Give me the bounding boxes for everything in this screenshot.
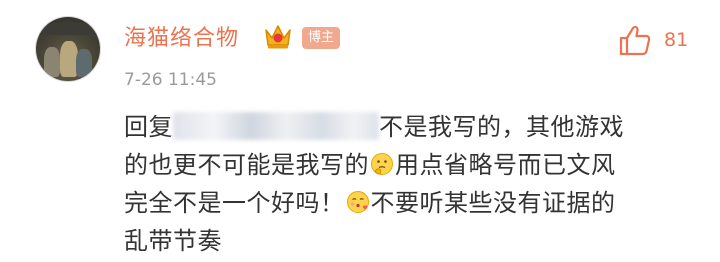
- author-name[interactable]: 海猫络合物: [124, 24, 239, 54]
- like-button[interactable]: 81: [614, 22, 694, 58]
- like-count: 81: [664, 29, 689, 51]
- comment-text: 回复 不是我写的，其他游戏 的也更不可能是我写的 用点省略号而已文风 完全不是一个…: [124, 108, 694, 260]
- comment-timestamp: 7-26 11:45: [124, 70, 217, 90]
- avatar-banner: [36, 23, 100, 35]
- thumbs-up-icon: [619, 25, 651, 56]
- author-badge: 博主: [302, 27, 341, 49]
- reply-prefix: 回复: [124, 113, 173, 141]
- comment-line-4: 乱带节奏: [124, 222, 694, 260]
- comment-line-1: 回复 不是我写的，其他游戏: [124, 108, 694, 146]
- comment-line-3-text-b: 不要听某些没有证据的: [370, 189, 616, 217]
- comment-line-3: 完全不是一个好吗！ 不要听某些没有证据的: [124, 184, 694, 222]
- avatar-figure: [76, 49, 92, 77]
- comment-line-2: 的也更不可能是我写的 用点省略号而已文风: [124, 146, 694, 184]
- avatar[interactable]: [36, 17, 100, 81]
- redacted-username: [173, 112, 379, 140]
- face-blowing-kiss-icon: [346, 191, 369, 213]
- comment-line-2-text-a: 的也更不可能是我写的: [124, 151, 369, 179]
- crown-icon: [265, 25, 291, 49]
- comment-line-1-text: 不是我写的，其他游戏: [379, 113, 624, 141]
- comment-line-3-text-a: 完全不是一个好吗！: [124, 189, 345, 217]
- avatar-figure: [44, 47, 60, 77]
- thinking-face-icon: [371, 153, 393, 175]
- comment-line-2-text-b: 用点省略号而已文风: [395, 151, 616, 179]
- comment-item: 海猫络合物 博主 7-26 11:45 81 回复 不是我写的，其他游戏 的也更不…: [0, 0, 720, 262]
- comment-line-4-text: 乱带节奏: [124, 227, 222, 255]
